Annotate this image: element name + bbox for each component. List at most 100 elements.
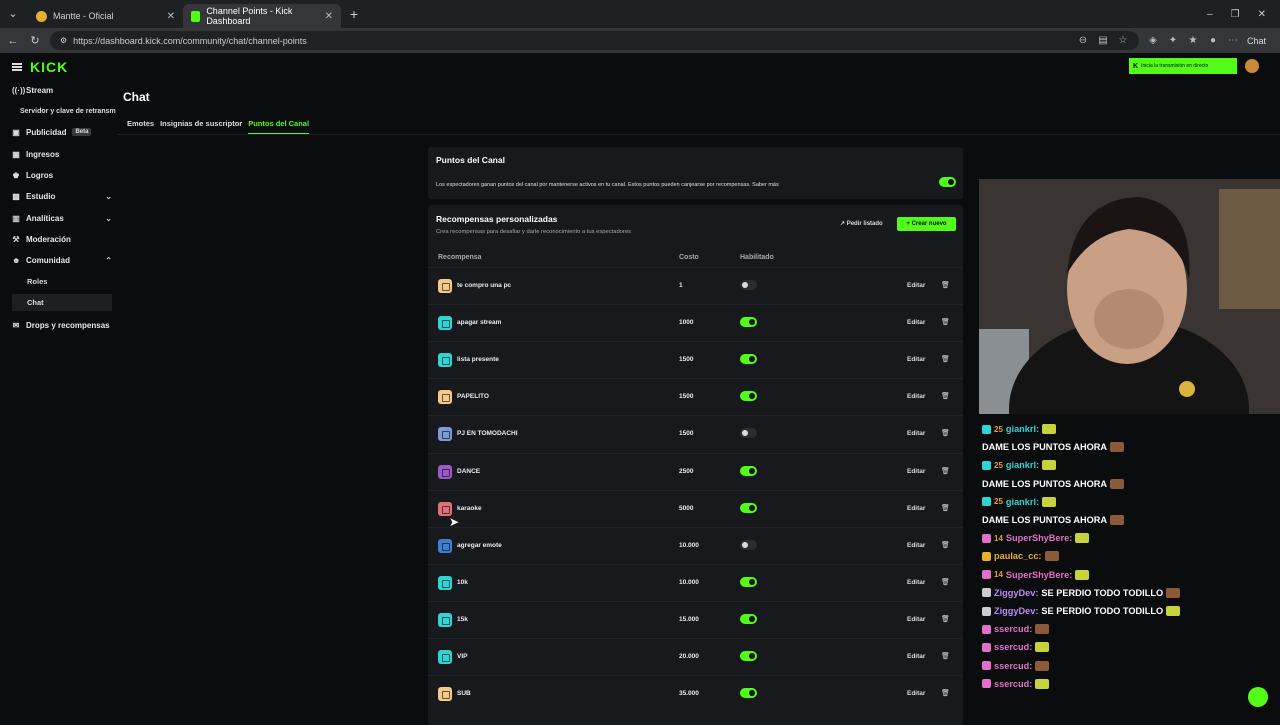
more-icon[interactable]: ⋯ bbox=[1227, 35, 1239, 47]
minimize-icon[interactable]: – bbox=[1207, 9, 1213, 20]
reward-name: karaoke bbox=[457, 504, 482, 512]
chat-username[interactable]: SuperShyBere: bbox=[1006, 570, 1072, 580]
zoom-icon[interactable]: ⊖ bbox=[1077, 35, 1089, 47]
trash-icon[interactable]: 🗑 bbox=[941, 578, 950, 586]
sidebar-item-achievements[interactable]: ♚ Logros bbox=[12, 167, 112, 183]
reward-enabled-toggle[interactable] bbox=[740, 391, 757, 402]
kick-logo[interactable]: KICK bbox=[30, 59, 68, 75]
edit-button[interactable]: Editar bbox=[907, 430, 925, 437]
avatar[interactable] bbox=[1245, 59, 1259, 73]
tab-search-icon[interactable]: ⌄ bbox=[6, 7, 20, 21]
menu-icon[interactable] bbox=[12, 63, 22, 71]
chat-username[interactable]: ZiggyDev: bbox=[994, 606, 1038, 616]
sidebar-item-drops[interactable]: ✉ Drops y recompensas bbox=[12, 317, 112, 333]
tab-sub-badges[interactable]: Insignias de suscriptor bbox=[160, 119, 242, 134]
close-window-icon[interactable]: ✕ bbox=[1258, 9, 1266, 20]
edit-button[interactable]: Editar bbox=[907, 579, 925, 586]
sidebar-item-ads[interactable]: ▣ Publicidad Beta bbox=[12, 124, 112, 140]
edit-button[interactable]: Editar bbox=[907, 616, 925, 623]
sidebar-item-stream[interactable]: ((·)) Stream bbox=[12, 82, 112, 98]
edit-button[interactable]: Editar bbox=[907, 282, 925, 289]
sidebar-item-roles[interactable]: Roles bbox=[27, 277, 47, 286]
channel-points-panel: Puntos del Canal Los espectadores ganan … bbox=[428, 147, 963, 199]
sidebar-item-moderation[interactable]: ⚒ Moderación bbox=[12, 231, 112, 247]
extension-icon[interactable]: ◈ bbox=[1147, 35, 1159, 47]
chat-username[interactable]: ssercud: bbox=[994, 624, 1032, 634]
user-badge-icon bbox=[982, 679, 991, 689]
url-field[interactable]: ⚙ https://dashboard.kick.com/community/c… bbox=[50, 31, 1139, 50]
reward-enabled-toggle[interactable] bbox=[740, 502, 757, 513]
browser-tab-active[interactable]: Channel Points - Kick Dashboard ✕ bbox=[183, 4, 341, 28]
reward-name: SUB bbox=[457, 690, 471, 698]
new-tab-icon[interactable]: + bbox=[347, 7, 361, 21]
close-tab-icon[interactable]: ✕ bbox=[325, 11, 333, 22]
edit-button[interactable]: Editar bbox=[907, 505, 925, 512]
sidebar-item-community[interactable]: ☻ Comunidad ⌃ bbox=[12, 252, 112, 268]
chat-username[interactable]: ZiggyDev: bbox=[994, 588, 1038, 598]
reward-enabled-toggle[interactable] bbox=[740, 651, 757, 661]
sidebar-item-analytics[interactable]: ▥ Analíticas ⌄ bbox=[12, 210, 112, 226]
site-info-icon[interactable]: ⚙ bbox=[60, 36, 67, 45]
trash-icon[interactable]: 🗑 bbox=[941, 392, 950, 400]
sidebar-item-stream-key[interactable]: Servidor y clave de retransm bbox=[20, 108, 116, 115]
trash-icon[interactable]: 🗑 bbox=[941, 615, 950, 623]
edit-button[interactable]: Editar bbox=[907, 393, 925, 400]
sidebar-item-chat[interactable]: Chat bbox=[12, 294, 112, 311]
edit-button[interactable]: Editar bbox=[907, 690, 925, 697]
bookmark-icon[interactable]: ☆ bbox=[1117, 35, 1129, 47]
edit-button[interactable]: Editar bbox=[907, 356, 925, 363]
edit-button[interactable]: Editar bbox=[907, 319, 925, 326]
reader-icon[interactable]: ▤ bbox=[1097, 35, 1109, 47]
maximize-icon[interactable]: ❐ bbox=[1231, 9, 1240, 20]
reward-enabled-toggle[interactable] bbox=[740, 465, 757, 476]
trash-icon[interactable]: 🗑 bbox=[941, 318, 950, 326]
copilot-button[interactable]: Chat bbox=[1247, 36, 1274, 46]
user-badge-icon bbox=[982, 460, 991, 470]
trash-icon[interactable]: 🗑 bbox=[941, 541, 950, 549]
sidebar-item-studio[interactable]: ▩ Estudio ⌄ bbox=[12, 188, 112, 204]
trash-icon[interactable]: 🗑 bbox=[941, 467, 950, 475]
back-icon[interactable]: ← bbox=[6, 34, 20, 48]
reload-icon[interactable]: ↻ bbox=[28, 34, 42, 48]
channel-points-toggle[interactable] bbox=[939, 177, 956, 187]
profile-icon[interactable]: ● bbox=[1207, 35, 1219, 47]
reward-enabled-toggle[interactable] bbox=[740, 354, 757, 365]
request-list-button[interactable]: ↗ Pedir listado bbox=[840, 220, 883, 227]
sidebar-item-income[interactable]: ▦ Ingresos bbox=[12, 146, 112, 162]
create-new-button[interactable]: + Crear nuevo bbox=[897, 217, 956, 231]
edit-button[interactable]: Editar bbox=[907, 653, 925, 660]
close-tab-icon[interactable]: ✕ bbox=[167, 11, 175, 22]
trash-icon[interactable]: 🗑 bbox=[941, 429, 950, 437]
edit-button[interactable]: Editar bbox=[907, 468, 925, 475]
browser-tab[interactable]: Mantte - Oficial ✕ bbox=[28, 4, 183, 28]
chat-username[interactable]: giankrl: bbox=[1006, 497, 1039, 507]
trash-icon[interactable]: 🗑 bbox=[941, 652, 950, 660]
chat-username[interactable]: SuperShyBere: bbox=[1006, 533, 1072, 543]
reward-enabled-toggle[interactable] bbox=[740, 317, 757, 328]
go-live-button[interactable]: K Inicia la transmisión en directo bbox=[1129, 58, 1237, 74]
extensions-puzzle-icon[interactable]: ✦ bbox=[1167, 35, 1179, 47]
chat-username[interactable]: giankrl: bbox=[1006, 460, 1039, 470]
reward-enabled-toggle[interactable] bbox=[740, 539, 757, 550]
reward-enabled-toggle[interactable] bbox=[740, 280, 757, 290]
trash-icon[interactable]: 🗑 bbox=[941, 504, 950, 512]
chat-username[interactable]: paulac_cc: bbox=[994, 551, 1042, 561]
tab-channel-points[interactable]: Puntos del Canal bbox=[248, 119, 310, 134]
reward-enabled-toggle[interactable] bbox=[740, 428, 757, 439]
chat-username[interactable]: ssercud: bbox=[994, 661, 1032, 671]
custom-rewards-panel: Recompensas personalizadas Crea recompen… bbox=[428, 205, 963, 725]
help-chat-button[interactable] bbox=[1248, 687, 1268, 707]
trash-icon[interactable]: 🗑 bbox=[941, 355, 950, 363]
tab-emotes[interactable]: Emotes bbox=[127, 119, 154, 134]
chat-username[interactable]: giankrl: bbox=[1006, 424, 1039, 434]
trash-icon[interactable]: 🗑 bbox=[941, 689, 950, 697]
chat-username[interactable]: ssercud: bbox=[994, 679, 1032, 689]
trash-icon[interactable]: 🗑 bbox=[941, 281, 950, 289]
chat-message: DAME LOS PUNTOS AHORA bbox=[982, 515, 1125, 525]
edit-button[interactable]: Editar bbox=[907, 542, 925, 549]
chat-username[interactable]: ssercud: bbox=[994, 642, 1032, 652]
reward-enabled-toggle[interactable] bbox=[740, 613, 757, 624]
reward-enabled-toggle[interactable] bbox=[740, 688, 757, 699]
reward-enabled-toggle[interactable] bbox=[740, 576, 757, 587]
favorites-icon[interactable]: ★ bbox=[1187, 35, 1199, 47]
